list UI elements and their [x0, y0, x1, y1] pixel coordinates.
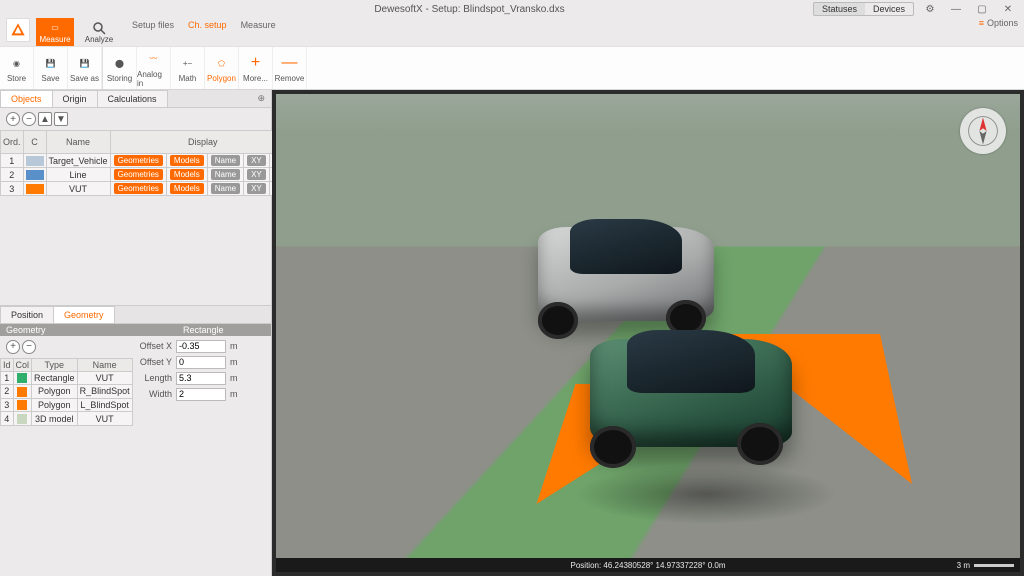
offset-y-input[interactable]	[176, 356, 226, 369]
scene-canvas[interactable]	[276, 94, 1020, 572]
col-ord: Ord.	[1, 131, 24, 154]
polygon-button[interactable]: ⬠Polygon	[205, 47, 239, 89]
main-area: Objects Origin Calculations ⊕ + − ▲ ▼ Or…	[0, 90, 1024, 576]
width-input[interactable]	[176, 388, 226, 401]
gear-icon[interactable]: ⚙	[920, 2, 940, 16]
tab-origin[interactable]: Origin	[52, 90, 98, 107]
save-button[interactable]: 💾Save	[34, 47, 68, 89]
minimize-icon[interactable]: —	[946, 2, 966, 16]
minus-icon: —	[282, 53, 298, 73]
analog-in-button[interactable]: 〰Analog in	[137, 47, 171, 89]
lower-panel: Position Geometry Geometry Rectangle + −…	[0, 305, 271, 576]
tab-ch-setup[interactable]: Ch. setup	[186, 18, 229, 32]
status-toggle[interactable]: Statuses Devices	[813, 2, 914, 16]
vut-vehicle-model	[576, 324, 806, 474]
tab-position[interactable]: Position	[0, 306, 54, 323]
col-name: Name	[46, 131, 110, 154]
measure-icon: ▭	[51, 21, 59, 35]
plus-icon: +	[251, 53, 260, 73]
window-title: DewesoftX - Setup: Blindspot_Vransko.dxs	[126, 4, 813, 15]
table-row[interactable]: 1RectangleVUT	[1, 371, 133, 385]
tab-setup-files[interactable]: Setup files	[130, 18, 176, 32]
storing-icon: ⬤	[115, 53, 124, 73]
position-readout: Position: 46.24380528° 14.97337228° 0.0m	[571, 561, 726, 570]
expand-icon[interactable]: ⊕	[251, 90, 271, 107]
col-c: C	[23, 131, 46, 154]
table-row[interactable]: 43D modelVUT	[1, 412, 133, 426]
tab-measure[interactable]: Measure	[239, 18, 278, 32]
save-icon: 💾	[46, 53, 56, 73]
title-bar: DewesoftX - Setup: Blindspot_Vransko.dxs…	[0, 0, 1024, 18]
app-logo[interactable]	[6, 18, 30, 42]
compass-icon[interactable]	[960, 108, 1006, 154]
measure-label: Measure	[39, 35, 70, 44]
viewport-statusbar: Position: 46.24380528° 14.97337228° 0.0m…	[276, 558, 1020, 572]
offset-x-input[interactable]	[176, 340, 226, 353]
left-panel: Objects Origin Calculations ⊕ + − ▲ ▼ Or…	[0, 90, 272, 576]
polygon-icon: ⬠	[218, 53, 225, 73]
tab-geometry[interactable]: Geometry	[53, 306, 115, 323]
analyze-label: Analyze	[85, 35, 113, 44]
analyze-mode-button[interactable]: Analyze	[80, 18, 118, 46]
geometry-grid[interactable]: IdColTypeName 1RectangleVUT 2PolygonR_Bl…	[0, 358, 133, 427]
geometry-header: Geometry Rectangle	[0, 324, 271, 336]
remove-geometry-button[interactable]: −	[22, 340, 36, 354]
scale-readout: 3 m	[957, 561, 1014, 570]
record-icon: ◉	[13, 53, 20, 73]
geometry-properties: Offset Xm Offset Ym Lengthm Widthm	[120, 336, 271, 427]
math-icon: +−	[183, 53, 192, 73]
left-subtabs: Objects Origin Calculations ⊕	[0, 90, 271, 108]
remove-button[interactable]: —Remove	[273, 47, 307, 89]
statuses-tab[interactable]: Statuses	[814, 3, 865, 15]
add-geometry-button[interactable]: +	[6, 340, 20, 354]
save-as-button[interactable]: 💾Save as	[68, 47, 102, 89]
measure-mode-button[interactable]: ▭ Measure	[36, 18, 74, 46]
length-input[interactable]	[176, 372, 226, 385]
storing-button[interactable]: ⬤Storing	[103, 47, 137, 89]
move-down-button[interactable]: ▼	[54, 112, 68, 126]
save-as-icon: 💾	[80, 53, 90, 73]
table-row[interactable]: 2PolygonR_BlindSpot	[1, 385, 133, 399]
math-button[interactable]: +−Math	[171, 47, 205, 89]
add-object-button[interactable]: +	[6, 112, 20, 126]
color-swatch[interactable]	[26, 156, 44, 166]
more-button[interactable]: +More...	[239, 47, 273, 89]
toolbar: ◉Store 💾Save 💾Save as ⬤Storing 〰Analog i…	[0, 46, 1024, 90]
color-swatch[interactable]	[26, 170, 44, 180]
remove-object-button[interactable]: −	[22, 112, 36, 126]
options-button[interactable]: ≡Options	[979, 18, 1018, 28]
maximize-icon[interactable]: ▢	[972, 2, 992, 16]
analyze-icon	[92, 21, 106, 35]
close-icon[interactable]: ✕	[998, 2, 1018, 16]
move-up-button[interactable]: ▲	[38, 112, 52, 126]
col-display: Display	[110, 131, 295, 154]
table-row[interactable]: 3PolygonL_BlindSpot	[1, 398, 133, 412]
wave-icon: 〰	[150, 49, 158, 69]
menu-bar: ▭ Measure Analyze Setup files Ch. setup …	[0, 18, 1024, 46]
tab-objects[interactable]: Objects	[0, 90, 53, 107]
store-button[interactable]: ◉Store	[0, 47, 34, 89]
3d-viewport[interactable]: Position: 46.24380528° 14.97337228° 0.0m…	[272, 90, 1024, 576]
devices-tab[interactable]: Devices	[865, 3, 913, 15]
tab-calculations[interactable]: Calculations	[97, 90, 168, 107]
color-swatch[interactable]	[26, 184, 44, 194]
